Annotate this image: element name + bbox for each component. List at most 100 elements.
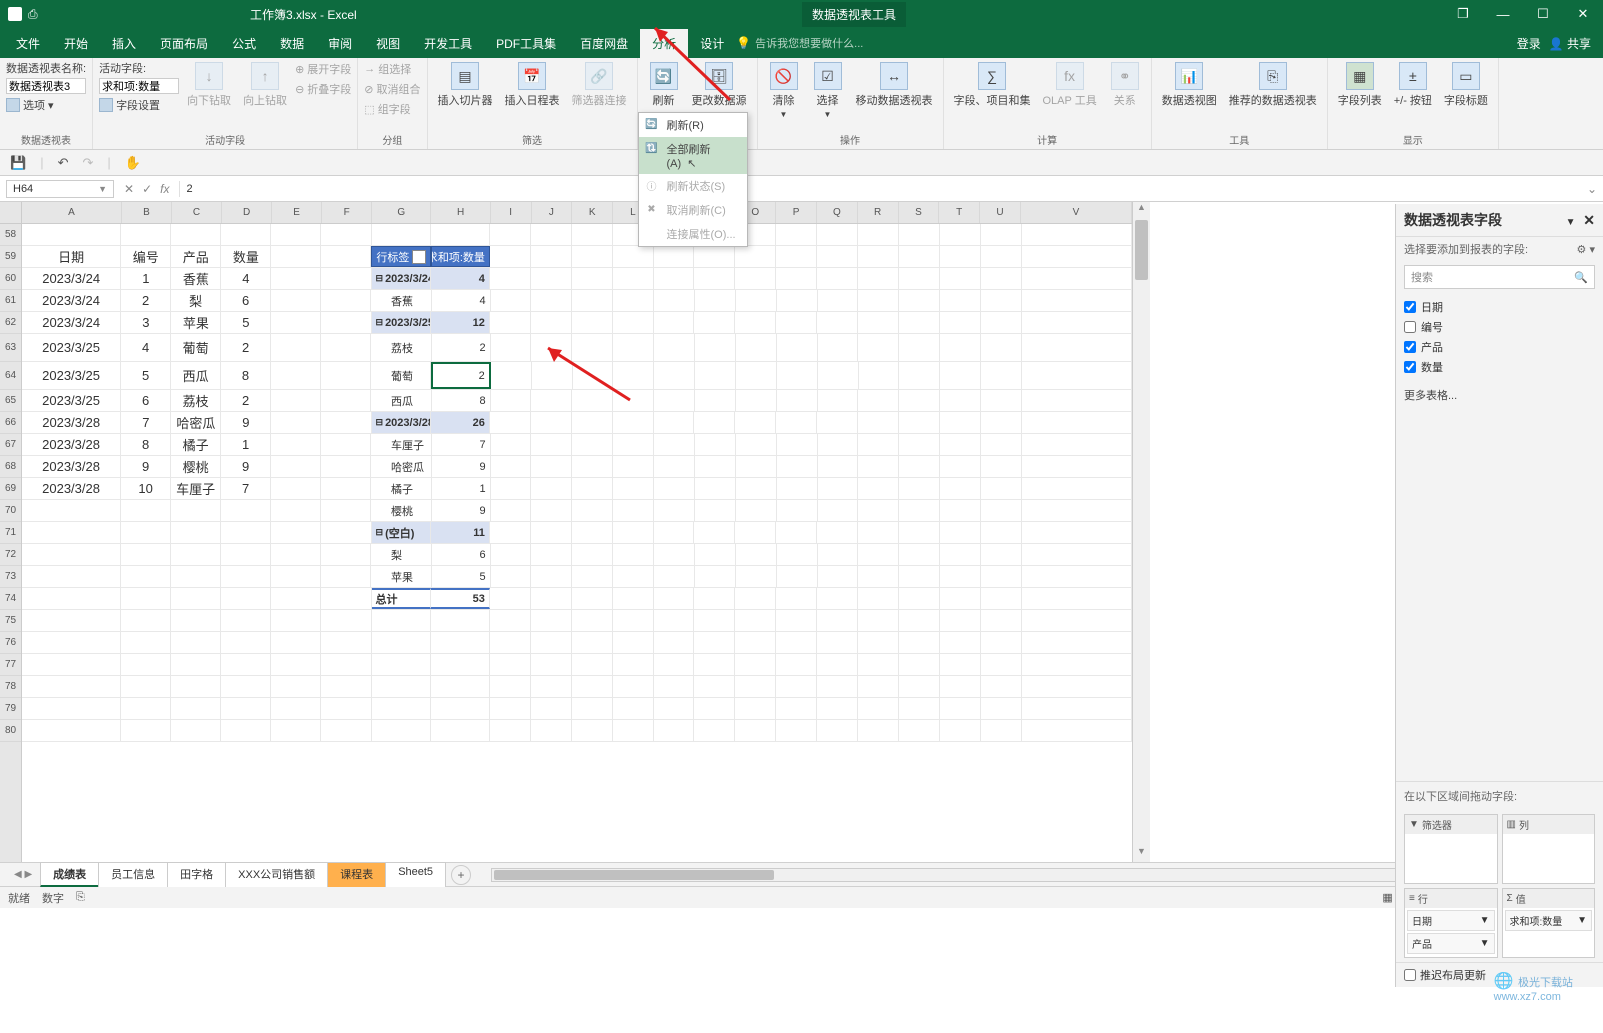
cell[interactable]: 香蕉 [171,268,221,289]
sheet-tab[interactable]: 员工信息 [98,862,168,887]
cell[interactable] [171,588,221,609]
cell[interactable] [818,478,859,499]
cell[interactable] [271,224,321,245]
cell[interactable] [271,544,321,565]
cell[interactable] [271,588,321,609]
cell[interactable] [981,654,1022,675]
field-search-input[interactable]: 搜索 🔍 [1404,265,1595,289]
cell[interactable] [1022,456,1132,477]
cell[interactable] [776,676,817,697]
cell[interactable] [695,334,736,361]
cell[interactable] [613,544,654,565]
row-header[interactable]: 70 [0,500,21,522]
cell[interactable] [1022,654,1132,675]
cell[interactable] [654,720,695,741]
pt-name-input[interactable] [6,78,86,94]
col-header-G[interactable]: G [372,202,431,223]
cell[interactable] [121,676,171,697]
cell[interactable] [777,290,818,311]
cell[interactable] [818,500,859,521]
cell[interactable]: 7 [221,478,271,499]
expand-formula-icon[interactable]: ⌄ [1581,182,1603,196]
cell[interactable] [654,246,695,267]
cell[interactable] [899,500,940,521]
ungroup-button[interactable]: ⊘取消组合 [364,80,420,98]
cell[interactable] [777,544,818,565]
sheet-tab[interactable]: 田字格 [167,862,226,887]
cell[interactable] [572,334,613,361]
cell[interactable] [695,478,736,499]
cell[interactable]: 5 [221,312,271,333]
cell[interactable] [613,434,654,455]
cell[interactable]: 4 [432,290,491,311]
recommend-pt-button[interactable]: ⎘推荐的数据透视表 [1225,60,1321,110]
cell[interactable] [1022,224,1132,245]
cell[interactable] [940,312,981,333]
cell[interactable] [572,544,613,565]
cell[interactable] [271,412,321,433]
cell[interactable] [372,654,431,675]
cell[interactable] [171,676,221,697]
cell[interactable] [321,610,371,631]
cell[interactable]: 苹果 [371,566,432,587]
cell[interactable] [817,588,858,609]
cell[interactable] [695,544,736,565]
row-header[interactable]: 74 [0,588,21,610]
cell[interactable] [940,544,981,565]
cell[interactable]: ⊟(空白) [372,522,431,543]
close-pane-icon[interactable]: ✕ [1583,212,1595,228]
cell[interactable] [736,478,777,499]
cell[interactable] [321,720,371,741]
cell[interactable] [817,412,858,433]
cell[interactable] [654,362,695,389]
values-area[interactable]: Σ值求和项:数量▼ [1502,888,1596,958]
field-label[interactable]: 数量 [1421,359,1443,375]
cell[interactable]: 26 [431,412,490,433]
cell[interactable] [613,246,654,267]
cell[interactable] [572,588,613,609]
row-header[interactable]: 72 [0,544,21,566]
cell[interactable] [221,566,271,587]
cell[interactable] [431,720,490,741]
row-header[interactable]: 60 [0,268,21,290]
tab-layout[interactable]: 页面布局 [148,29,220,58]
cell[interactable] [321,362,371,389]
cell[interactable] [736,362,777,389]
cell[interactable] [271,268,321,289]
cell[interactable] [321,676,371,697]
cell[interactable] [431,698,490,719]
cell[interactable] [818,334,859,361]
cell[interactable] [777,456,818,477]
cell[interactable] [940,224,981,245]
cell[interactable] [736,456,777,477]
cell[interactable] [654,434,695,455]
tab-review[interactable]: 审阅 [316,29,364,58]
cell[interactable] [735,676,776,697]
cell[interactable] [735,632,776,653]
cell[interactable]: 2023/3/28 [22,456,121,477]
cell[interactable] [531,720,572,741]
cell[interactable] [271,362,321,389]
cell[interactable] [777,434,818,455]
cell[interactable] [22,676,121,697]
cell[interactable] [776,654,817,675]
cell[interactable] [981,334,1022,361]
cell[interactable] [613,268,654,289]
row-header[interactable]: 58 [0,224,21,246]
row-header[interactable]: 67 [0,434,21,456]
cell[interactable] [491,362,532,389]
cell[interactable] [858,268,899,289]
cell[interactable] [221,500,271,521]
cell[interactable] [572,610,613,631]
cell[interactable] [981,610,1022,631]
col-header-R[interactable]: R [858,202,899,223]
cell[interactable] [654,566,695,587]
cell[interactable] [654,676,695,697]
field-checkbox[interactable] [1404,341,1416,353]
cell[interactable] [817,720,858,741]
cell[interactable] [940,654,981,675]
cell[interactable]: 2023/3/25 [22,334,121,361]
row-header[interactable]: 75 [0,610,21,632]
cell[interactable] [940,522,981,543]
cell[interactable] [321,268,371,289]
